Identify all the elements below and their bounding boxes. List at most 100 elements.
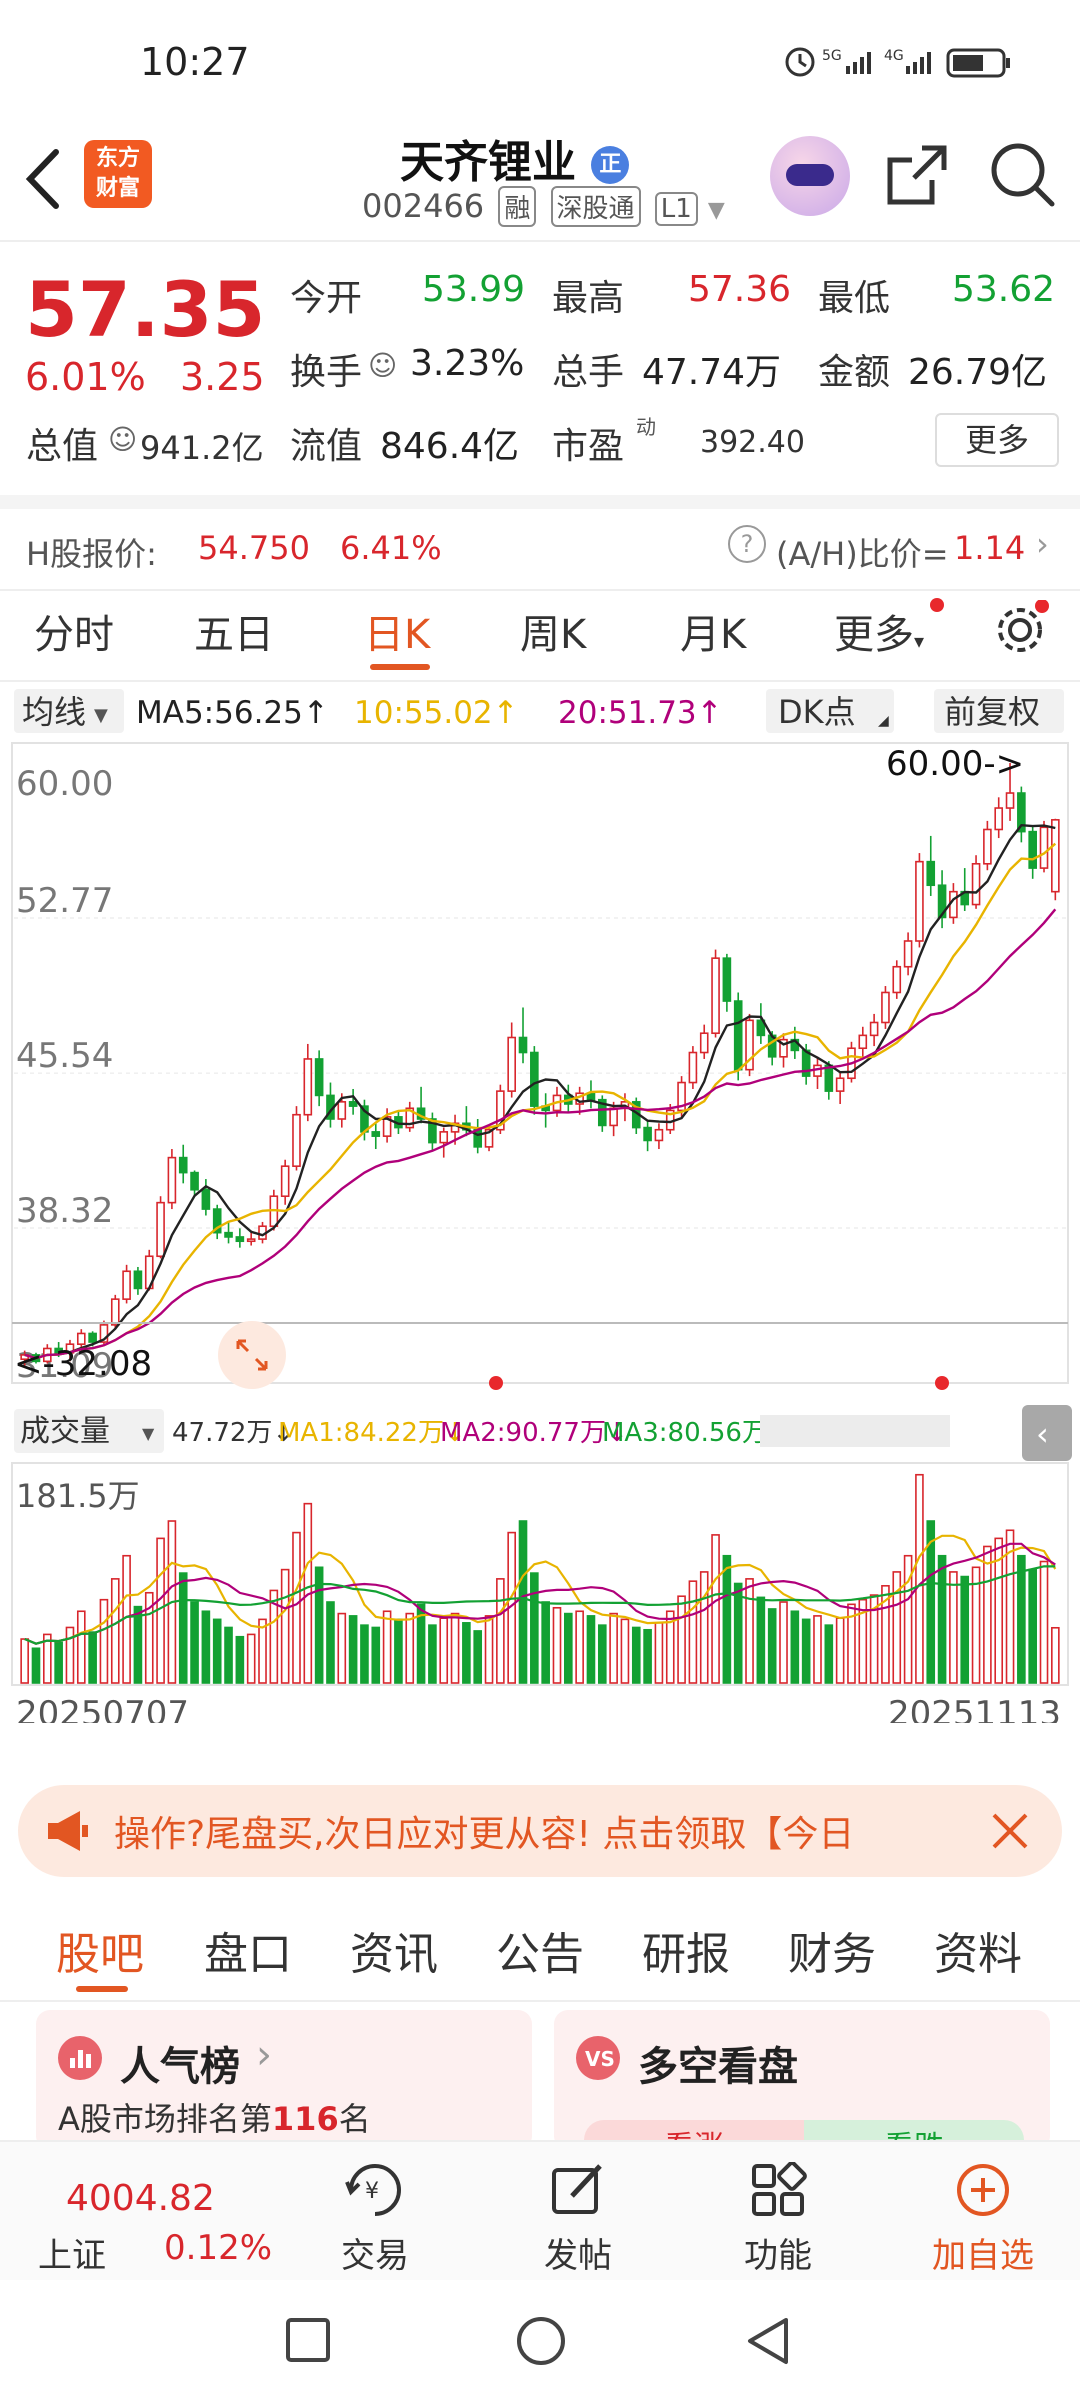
tab-weekly-k[interactable]: 周K [520, 602, 586, 660]
kline-chart-area[interactable]: 均线 ▼ MA5:56.25↑ 10:55.02↑ 20:51.73↑ DK点 ◢ … [0, 683, 1080, 1734]
tab-profile[interactable]: 资料 [934, 1918, 1022, 1982]
candle-body [110, 1298, 120, 1326]
volume-max-label: 181.5万 [16, 1477, 140, 1515]
svg-text:¥: ¥ [365, 2179, 379, 2204]
tab-daily-k[interactable]: 日K [364, 602, 430, 660]
tab-finance[interactable]: 财务 [788, 1918, 876, 1982]
tab-quote-detail[interactable]: 盘口 [204, 1918, 292, 1982]
volume-current: 47.72万↓ [172, 1418, 294, 1448]
functions-button[interactable]: 功能 [718, 2161, 838, 2277]
promo-banner[interactable]: 操作?尾盘买,次日应对更从容! 点击领取【今日 [18, 1785, 1062, 1877]
ah-ratio-label: (A/H)比价= [776, 535, 949, 573]
tab-announcements[interactable]: 公告 [496, 1918, 584, 1982]
ma-legend-item: MA5:56.25↑ [136, 695, 329, 731]
recents-square-icon[interactable] [284, 2316, 334, 2366]
share-icon[interactable] [882, 140, 952, 210]
expand-chart-icon[interactable] [218, 1321, 286, 1389]
bull-bear-card[interactable]: VS 多空看盘 看涨 看跌 [554, 2010, 1050, 2160]
volume-bar [496, 1578, 505, 1684]
status-icons: 5G 4G [785, 47, 1010, 78]
candle-body [609, 1107, 618, 1127]
candle-body [869, 1021, 879, 1037]
add-watchlist-button[interactable]: 加自选 [918, 2162, 1048, 2277]
candle-body [88, 1332, 97, 1343]
volume-bar [813, 1615, 822, 1684]
candle-body [892, 965, 902, 994]
back-triangle-icon[interactable] [742, 2314, 796, 2368]
more-button[interactable]: 更多 [935, 413, 1059, 467]
candle-body [371, 1131, 381, 1137]
grid-apps-icon [752, 2161, 807, 2216]
volume-bar [133, 1605, 143, 1684]
trade-button[interactable]: ¥ 交易 [315, 2162, 435, 2277]
volume-ma-legend: MA1:84.22万↓MA2:90.77万↓MA3:80.56万↑ [278, 1418, 790, 1448]
index-value: 4004.82 [66, 2178, 215, 2219]
volume-bar [337, 1612, 347, 1684]
signal-4g-icon: 4G [884, 48, 931, 74]
candle-body [711, 957, 720, 1035]
candle-body [348, 1101, 358, 1107]
volume-bar [779, 1601, 788, 1684]
popularity-card[interactable]: 人气榜 › A股市场排名第116名 [36, 2010, 532, 2150]
kline-chart-svg[interactable]: 均线 ▼ MA5:56.25↑ 10:55.02↑ 20:51.73↑ DK点 ◢ … [0, 683, 1080, 1734]
candle-body [518, 1036, 528, 1054]
home-circle-icon[interactable] [514, 2314, 568, 2368]
info-icon[interactable]: ☺ [108, 423, 137, 456]
chevron-right-icon: › [1036, 525, 1049, 563]
turnover-info-icon[interactable]: ☺ [368, 349, 397, 382]
candle-body [473, 1128, 483, 1148]
turnover-label: 换手 [290, 352, 363, 393]
tab-monthly-k[interactable]: 月K [680, 602, 746, 660]
hshare-price: 54.750 [198, 529, 310, 567]
volume-bar [688, 1580, 698, 1684]
volume-bar [280, 1568, 290, 1684]
settings-gear-icon[interactable] [990, 600, 1050, 660]
svg-text:5G: 5G [822, 48, 842, 64]
change-value: 3.25 [180, 355, 265, 399]
open-value: 53.99 [422, 269, 526, 310]
candle-body [733, 1000, 743, 1071]
float-label: 流值 [290, 426, 363, 467]
ma-line [24, 842, 1057, 1360]
volume-bar [575, 1610, 584, 1684]
tab-forum[interactable]: 股吧 [56, 1918, 144, 1982]
tag-margin: 融 [498, 186, 537, 227]
volume-bar [699, 1571, 709, 1684]
volume-bar [54, 1641, 63, 1684]
tab-intraday[interactable]: 分时 [34, 602, 114, 660]
search-icon[interactable] [986, 138, 1058, 210]
content-tabs: 股吧 盘口 资讯 公告 研报 财务 资料 [0, 1890, 1080, 2002]
tab-research[interactable]: 研报 [642, 1918, 730, 1982]
app-logo[interactable]: 东方 财富 [84, 140, 152, 208]
volume-bar [949, 1571, 958, 1684]
help-icon[interactable]: ? [728, 525, 766, 563]
candle-body [224, 1231, 233, 1238]
candle-body [280, 1165, 290, 1198]
chevron-right-icon: › [256, 2032, 272, 2078]
close-icon[interactable] [988, 1809, 1032, 1853]
post-button[interactable]: 发帖 [518, 2162, 638, 2277]
tab-news[interactable]: 资讯 [350, 1918, 438, 1982]
volume-bar [643, 1628, 652, 1684]
candle-body [76, 1332, 86, 1345]
event-dot[interactable] [935, 1376, 949, 1390]
amount-value: 26.79亿 [908, 352, 1048, 393]
assistant-avatar-icon[interactable] [770, 136, 850, 216]
volume-ma-legend-item: MA2:90.77万↓ [440, 1418, 628, 1448]
y-tick-label: 45.54 [16, 1036, 113, 1076]
index-quote[interactable]: 4004.82 上证 0.12% [30, 2142, 272, 2280]
tab-more[interactable]: 更多▾ [834, 602, 924, 660]
candle-body [156, 1201, 165, 1258]
volume-bar [711, 1534, 720, 1684]
back-icon[interactable] [20, 146, 64, 212]
tab-five-day[interactable]: 五日 [194, 602, 274, 660]
volume-bar [722, 1554, 732, 1684]
high-label: 最高 [552, 278, 625, 319]
hshare-row[interactable]: H股报价: 54.750 6.41% ? (A/H)比价= 1.14 › [0, 495, 1080, 591]
svg-text:VS: VS [585, 2047, 615, 2071]
volume-bar [99, 1598, 109, 1684]
volume-bar [677, 1595, 686, 1684]
signal-5g-icon: 5G [822, 48, 871, 74]
event-dot[interactable] [489, 1376, 503, 1390]
hshare-label: H股报价: [26, 535, 157, 573]
